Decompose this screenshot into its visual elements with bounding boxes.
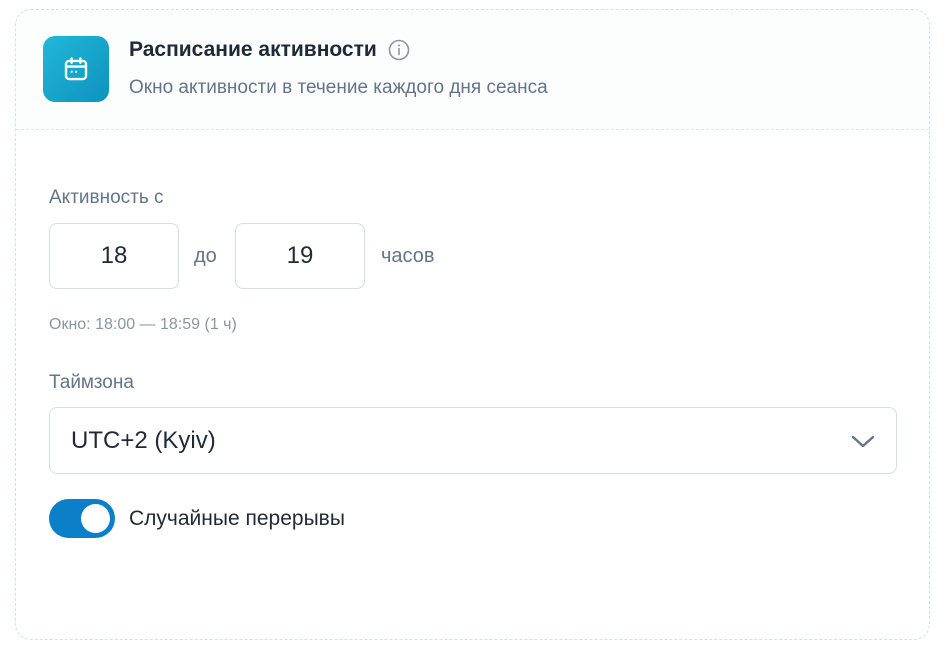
- title-row: Расписание активности: [129, 38, 411, 62]
- from-hour-input[interactable]: [49, 223, 179, 289]
- calendar-icon: [43, 36, 109, 102]
- card-subtitle: Окно активности в течение каждого дня се…: [129, 77, 548, 98]
- timezone-selected-value: UTC+2 (Kyiv): [71, 427, 216, 454]
- activity-label: Активность с: [49, 187, 164, 208]
- window-hint: Окно: 18:00 — 18:59 (1 ч): [49, 316, 237, 333]
- activity-schedule-card: Расписание активности Окно активности в …: [15, 9, 930, 640]
- info-icon[interactable]: [387, 38, 411, 62]
- card-header: Расписание активности Окно активности в …: [16, 10, 929, 130]
- random-breaks-label: Случайные перерывы: [129, 507, 345, 530]
- to-word-label: до: [194, 245, 217, 267]
- card-title: Расписание активности: [129, 38, 377, 61]
- timezone-label: Таймзона: [49, 372, 134, 393]
- to-hour-input[interactable]: [235, 223, 365, 289]
- hours-unit-label: часов: [381, 245, 435, 267]
- toggle-knob: [81, 504, 110, 533]
- chevron-down-icon: [850, 430, 876, 452]
- timezone-select[interactable]: UTC+2 (Kyiv): [49, 407, 897, 474]
- random-breaks-toggle[interactable]: [49, 499, 115, 538]
